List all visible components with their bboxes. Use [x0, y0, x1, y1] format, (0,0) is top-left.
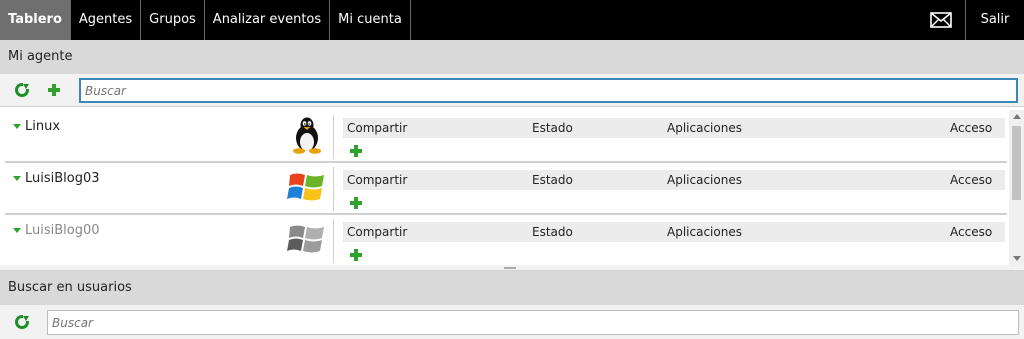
col-aplicaciones: Aplicaciones [667, 173, 742, 187]
col-acceso: Acceso [950, 225, 993, 239]
agent-columns-header: Compartir Estado Aplicaciones Acceso [343, 118, 1005, 138]
agent-row: Linux Compartir Estado Aplicaciones Acce… [5, 111, 1007, 163]
col-aplicaciones: Aplicaciones [667, 121, 742, 135]
resize-grip-icon [504, 267, 516, 269]
agent-list: Linux Compartir Estado Aplicaciones Acce… [0, 107, 1024, 265]
nav-tablero[interactable]: Tablero [0, 0, 71, 40]
nav-analizar-eventos[interactable]: Analizar eventos [205, 0, 331, 40]
my-agent-header: Mi agente [0, 40, 1024, 74]
user-search-header: Buscar en usuarios [0, 271, 1024, 305]
plus-icon [48, 84, 60, 96]
user-refresh-button[interactable] [13, 313, 31, 331]
user-search-input[interactable] [47, 310, 1019, 335]
messages-button[interactable] [916, 0, 966, 40]
col-estado: Estado [532, 173, 573, 187]
agent-name: Linux [25, 119, 61, 134]
col-aplicaciones: Aplicaciones [667, 225, 742, 239]
agent-list-scrollbar[interactable] [1009, 110, 1024, 265]
scroll-thumb[interactable] [1012, 126, 1021, 200]
user-search-toolbar [0, 305, 1024, 339]
refresh-icon [15, 83, 30, 97]
nav-agentes[interactable]: Agentes [71, 0, 142, 40]
col-compartir: Compartir [347, 225, 408, 239]
windows-logo-icon [287, 173, 324, 201]
top-navigation-bar: Tablero Agentes Grupos Analizar eventos … [0, 0, 1024, 40]
agent-search-input[interactable] [79, 78, 1018, 103]
nav-mi-cuenta[interactable]: Mi cuenta [330, 0, 411, 40]
refresh-icon [15, 315, 30, 329]
windows-logo-gray-icon [287, 225, 324, 253]
column-divider [333, 167, 334, 211]
refresh-button[interactable] [13, 81, 31, 99]
expand-triangle-icon [13, 124, 21, 129]
expand-triangle-icon [13, 176, 21, 181]
agent-columns-header: Compartir Estado Aplicaciones Acceso [343, 170, 1005, 190]
agent-toggle[interactable]: LuisiBlog03 [13, 171, 100, 186]
logout-button[interactable]: Salir [966, 0, 1024, 40]
nav-grupos[interactable]: Grupos [141, 0, 205, 40]
col-compartir: Compartir [347, 121, 408, 135]
agent-toggle[interactable]: LuisiBlog00 [13, 223, 100, 238]
scroll-down-arrow-icon[interactable] [1013, 256, 1021, 261]
agent-name: LuisiBlog00 [25, 223, 100, 238]
col-acceso: Acceso [950, 173, 993, 187]
col-estado: Estado [532, 121, 573, 135]
agent-toggle[interactable]: Linux [13, 119, 60, 134]
scroll-up-arrow-icon[interactable] [1013, 114, 1021, 119]
agent-columns-header: Compartir Estado Aplicaciones Acceso [343, 222, 1005, 242]
column-divider [333, 219, 334, 263]
agent-name: LuisiBlog03 [25, 171, 100, 186]
add-share-plus-icon[interactable] [349, 144, 363, 158]
add-share-plus-icon[interactable] [349, 196, 363, 210]
agent-row: LuisiBlog00 Compartir Estado Aplicacione… [5, 215, 1007, 265]
col-estado: Estado [532, 225, 573, 239]
my-agent-toolbar [0, 74, 1024, 107]
col-acceso: Acceso [950, 121, 993, 135]
expand-triangle-icon [13, 228, 21, 233]
column-divider [333, 115, 334, 159]
add-agent-button[interactable] [45, 81, 63, 99]
envelope-icon [929, 12, 952, 28]
agent-row: LuisiBlog03 Compartir Estado Aplicacione… [5, 163, 1007, 215]
col-compartir: Compartir [347, 173, 408, 187]
linux-tux-icon [293, 117, 321, 154]
add-share-plus-icon[interactable] [349, 248, 363, 262]
